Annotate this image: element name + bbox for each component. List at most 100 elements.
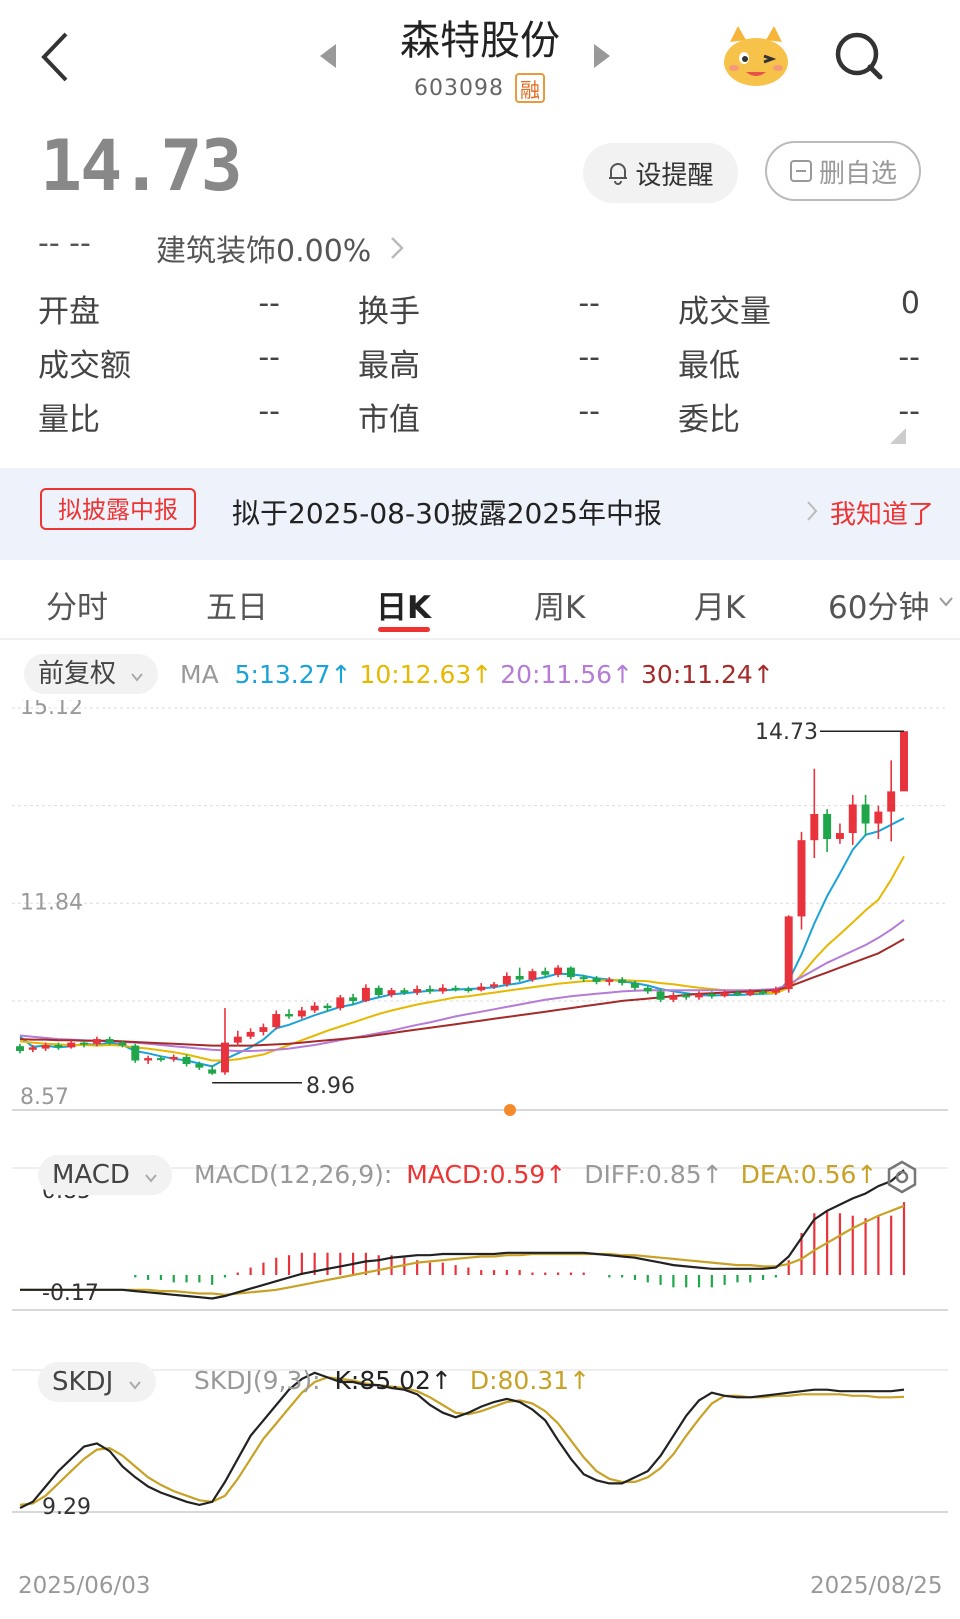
tab-item[interactable]: 周K [534,582,585,627]
candle-body [707,993,716,997]
candle-body [361,987,370,1001]
tab-item[interactable]: 日K [376,582,431,627]
candle-body [425,989,434,992]
candle-body [887,791,896,812]
diff-value: DIFF:0.85↑ [584,1160,723,1189]
candle-body [874,811,883,824]
candle-body [592,978,601,982]
candle-body [41,1045,50,1049]
candle-body [669,994,678,1000]
stat-label: 委比 [678,402,740,438]
candle-body [413,989,422,993]
stat-label: 成交量 [678,294,771,330]
max-price-label: 14.73 [755,720,818,745]
expand-corner-icon[interactable] [890,428,906,444]
ma-value: 5:13.27↑ [234,660,352,689]
candle-body [541,971,550,975]
sector-link[interactable]: 建筑装饰0.00% [156,226,405,270]
ma-line [19,855,905,1062]
candle-body [336,997,345,1009]
candle-body [515,975,524,980]
chevron-down-icon[interactable] [938,596,954,608]
candle-body [502,975,511,985]
adjust-selector[interactable]: 前复权 [24,654,159,694]
candle-body [733,992,742,995]
candle-body [797,840,806,917]
drag-handle-dot[interactable] [504,1104,516,1116]
skdj-legend: SKDJ(9,3): K:85.02↑ D:80.31↑ [194,1366,590,1395]
ma-value: 30:11.24↑ [641,660,774,689]
bell-icon [609,163,628,185]
disclosure-notice: 拟披露中报 拟于2025-08-30披露2025年中报 我知道了 [0,468,960,560]
candle-body [156,1058,165,1061]
stat-label: 开盘 [38,294,100,330]
candle-body [131,1045,140,1061]
price-change: -- -- [38,226,91,261]
candle-body [656,991,665,1000]
chevron-right-icon [807,501,818,521]
remove-watchlist-button[interactable]: 删自选 [765,141,921,201]
candle-body [848,804,857,834]
notice-tag: 拟披露中报 [40,488,196,530]
set-alert-button[interactable]: 设提醒 [583,143,738,203]
candle-body [682,994,691,998]
candle-body [771,989,780,993]
stat-value: -- [258,394,280,429]
d-value: D:80.31↑ [469,1366,591,1395]
y-axis-label: 8.57 [20,1085,69,1110]
notice-text: 拟于2025-08-30披露2025年中报 [232,497,662,530]
y-axis-label: 15.12 [20,700,83,720]
dismiss-notice-button[interactable]: 我知道了 [830,494,934,531]
stat-value: -- [258,286,280,321]
candle-body [528,971,537,980]
candle-body [272,1014,281,1028]
chevron-down-icon [145,1174,157,1183]
candle-body [67,1042,76,1048]
search-icon[interactable] [833,30,885,82]
candle-body [285,1014,294,1017]
macd-legend: MACD(12,26,9): MACD:0.59↑ DIFF:0.85↑ DEA… [194,1160,877,1189]
tab-item[interactable]: 分时 [46,582,108,627]
candle-body [259,1027,268,1032]
ma-prefix: MA [180,660,219,689]
candle-body [630,983,639,988]
candle-body [746,991,755,995]
candle-body [144,1058,153,1061]
candle-body [221,1042,229,1073]
start-date: 2025/06/03 [18,1573,151,1599]
hexagon-settings-icon[interactable] [886,1160,918,1194]
stat-label: 换手 [358,294,420,330]
candle-body [400,990,409,993]
candle-body [233,1036,242,1043]
tab-item[interactable]: 60分钟 [828,582,929,627]
remove-watchlist-label: 删自选 [818,158,897,189]
chevron-right-icon [390,237,404,259]
candle-body [477,986,486,991]
macd-selector[interactable]: MACD [38,1155,173,1195]
kline-chart[interactable]: 15.1211.848.5714.738.960.85-0.1791.299.2… [0,700,960,1580]
ma-line [19,817,905,1068]
tab-item[interactable]: 五日 [206,582,268,627]
mascot-icon[interactable] [720,24,792,88]
candle-body [28,1047,37,1050]
skdj-selector[interactable]: SKDJ [38,1362,156,1402]
active-tab-indicator [378,627,430,632]
triangle-right-icon[interactable] [592,42,612,70]
header-bar: 森特股份 603098 融 [0,0,960,125]
tab-item[interactable]: 月K [694,582,745,627]
candle-body [323,1005,332,1009]
stat-label: 最高 [358,348,420,384]
candle-body [823,813,832,839]
candle-body [566,967,575,978]
ma-line [19,919,905,1052]
y-axis-label: 11.84 [20,890,83,915]
macd-selector-label: MACD [52,1160,130,1190]
stat-value: -- [578,340,600,375]
candle-body [105,1039,114,1043]
stat-label: 最低 [678,348,740,384]
candle-body [759,991,768,994]
stat-value: -- [898,340,920,375]
chevron-down-icon [128,1381,141,1390]
candle-body [900,731,908,792]
candle-body [554,967,563,975]
